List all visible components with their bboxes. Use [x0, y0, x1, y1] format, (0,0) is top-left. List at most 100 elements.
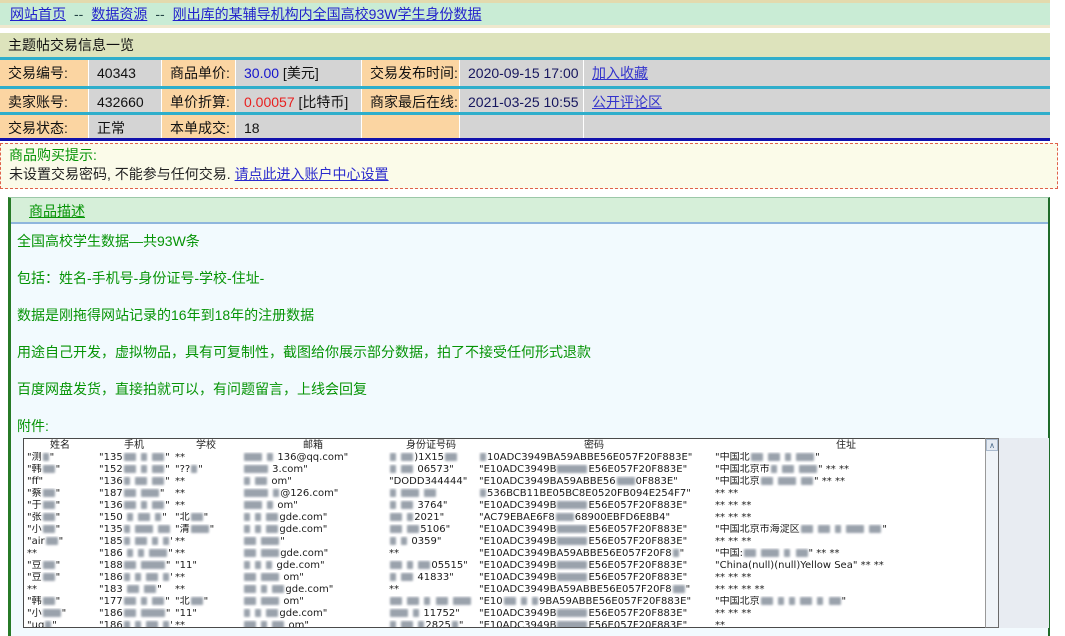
redacted-data [789, 597, 795, 605]
sheet-cell: "185 " [96, 536, 172, 548]
redacted-data [480, 453, 486, 461]
redacted-data [244, 489, 268, 497]
description-line: 数据是刚拖得网站记录的16年到18年的注册数据 [17, 308, 1042, 323]
attachment-scrollbar[interactable]: ∧ [985, 438, 999, 628]
redacted-data [127, 513, 133, 521]
redacted-data [163, 537, 169, 545]
redacted-data [244, 501, 262, 509]
redacted-data [138, 549, 144, 557]
redacted-data [267, 501, 273, 509]
sheet-cell: ** [172, 488, 240, 500]
sheet-cell: 10ADC3949BA59ABBE56E057F20F883E" [476, 452, 712, 464]
product-description-header-link[interactable]: 商品描述 [29, 203, 85, 219]
redacted-data [778, 477, 796, 485]
redacted-data [244, 573, 256, 581]
redacted-data [43, 597, 55, 605]
redacted-data [46, 537, 58, 545]
info-label: 交易状态: [0, 115, 88, 138]
purchase-notice-text: 未设置交易密码, 不能参与任何交易. [9, 166, 235, 182]
redacted-data [407, 561, 413, 569]
redacted-data [255, 609, 261, 617]
redacted-data [244, 513, 250, 521]
breadcrumb-link[interactable]: 刚出库的某辅导机构内全国高校93W学生身份数据 [173, 6, 482, 22]
breadcrumb-link[interactable]: 网站首页 [10, 6, 66, 22]
redacted-data [557, 573, 587, 581]
redacted-data [390, 537, 396, 545]
sheet-cell: gde.com" [240, 512, 386, 524]
redacted-data [141, 501, 147, 509]
info-value: 40343 [89, 60, 161, 86]
breadcrumb-link[interactable]: 数据资源 [91, 6, 147, 22]
sheet-data-row: "air""185 "** " 0359""E10ADC3949BE56E057… [24, 536, 985, 548]
redacted-data [818, 525, 830, 533]
redacted-data [801, 525, 813, 533]
info-label: 商家最后在线: [362, 89, 459, 112]
redacted-data [141, 597, 147, 605]
redacted-data [771, 465, 777, 473]
info-label: 卖家账号: [0, 89, 88, 112]
redacted-data [124, 501, 136, 509]
sheet-cell: "清" [172, 524, 240, 536]
redacted-data [673, 549, 679, 557]
scroll-up-icon[interactable]: ∧ [986, 439, 998, 451]
redacted-data [43, 489, 55, 497]
redacted-data [43, 453, 49, 461]
sheet-cell: "测" [24, 452, 96, 464]
account-center-link[interactable]: 请点此进入账户中心设置 [235, 166, 389, 182]
redacted-data [401, 621, 413, 628]
redacted-data [557, 621, 587, 628]
info-link-cell [584, 115, 1050, 138]
info-table: 交易编号:40343商品单价:30.00 [美元]交易发布时间:2020-09-… [0, 57, 1050, 141]
action-link[interactable]: 加入收藏 [592, 65, 648, 81]
sheet-cell: "E10ADC3949BE56E057F20F883E" [476, 608, 712, 620]
sheet-cell: ** [386, 548, 476, 560]
info-value [460, 115, 583, 138]
sheet-cell: "小" [24, 608, 96, 620]
redacted-data [829, 597, 841, 605]
sheet-cell: 2021" [386, 512, 476, 524]
sheet-cell: ** ** ** [712, 572, 980, 584]
redacted-data [835, 525, 841, 533]
redacted-data [407, 513, 413, 521]
sheet-cell: "AC79EBAE6F868900EBFD6E8B4" [476, 512, 712, 524]
redacted-data [138, 513, 150, 521]
sheet-cell: ** [172, 476, 240, 488]
redacted-data [43, 465, 55, 473]
redacted-data [135, 537, 147, 545]
sheet-cell: om" [240, 476, 386, 488]
sheet-cell: "China(null)(null)Yellow Sea" ** ** [712, 560, 980, 572]
table-row: 交易状态:正常本单成交:18 [0, 112, 1050, 138]
sheet-cell: "E10ADC3949BE56E057F20F883E" [476, 464, 712, 476]
sheet-data-row: "豆""188 ""11" gde.com" 05515""E10ADC3949… [24, 560, 985, 572]
redacted-data [273, 489, 279, 497]
redacted-data [407, 597, 419, 605]
redacted-data [135, 477, 147, 485]
description-line: 百度网盘发货，直接拍就可以，有问题留言，上线会回复 [17, 382, 1042, 397]
sheet-cell: ** ** ** [712, 500, 980, 512]
redacted-data [43, 501, 55, 509]
sheet-cell: "ug" [24, 620, 96, 628]
sheet-data-row: **"183 "** gde.com"**"E10ADC3949BA59ABBE… [24, 584, 985, 596]
redacted-data [390, 501, 396, 509]
redacted-data [800, 597, 812, 605]
sheet-cell: "183 " [96, 584, 172, 596]
sheet-cell: 06573" [386, 464, 476, 476]
sheet-cell: 11752" [386, 608, 476, 620]
redacted-data [141, 453, 147, 461]
sheet-cell: "177 " [96, 596, 172, 608]
redacted-data [135, 573, 141, 581]
redacted-data [43, 573, 55, 581]
redacted-data [144, 585, 156, 593]
redacted-data [751, 453, 763, 461]
sheet-cell: "135 " [96, 524, 172, 536]
sheet-cell: ** ** ** [712, 536, 980, 548]
redacted-data [244, 585, 256, 593]
sheet-cell: "136 " [96, 500, 172, 512]
sheet-cell: "北" [172, 512, 240, 524]
redacted-data [149, 549, 167, 557]
sheet-cell: "中国: " ** ** [712, 548, 980, 560]
action-link[interactable]: 公开评论区 [592, 94, 662, 110]
sheet-cell: 05515" [386, 560, 476, 572]
redacted-data [418, 621, 424, 628]
sheet-data-row: "蔡""187 "** @126.com" 536BCB11BE05BC8E05… [24, 488, 985, 500]
